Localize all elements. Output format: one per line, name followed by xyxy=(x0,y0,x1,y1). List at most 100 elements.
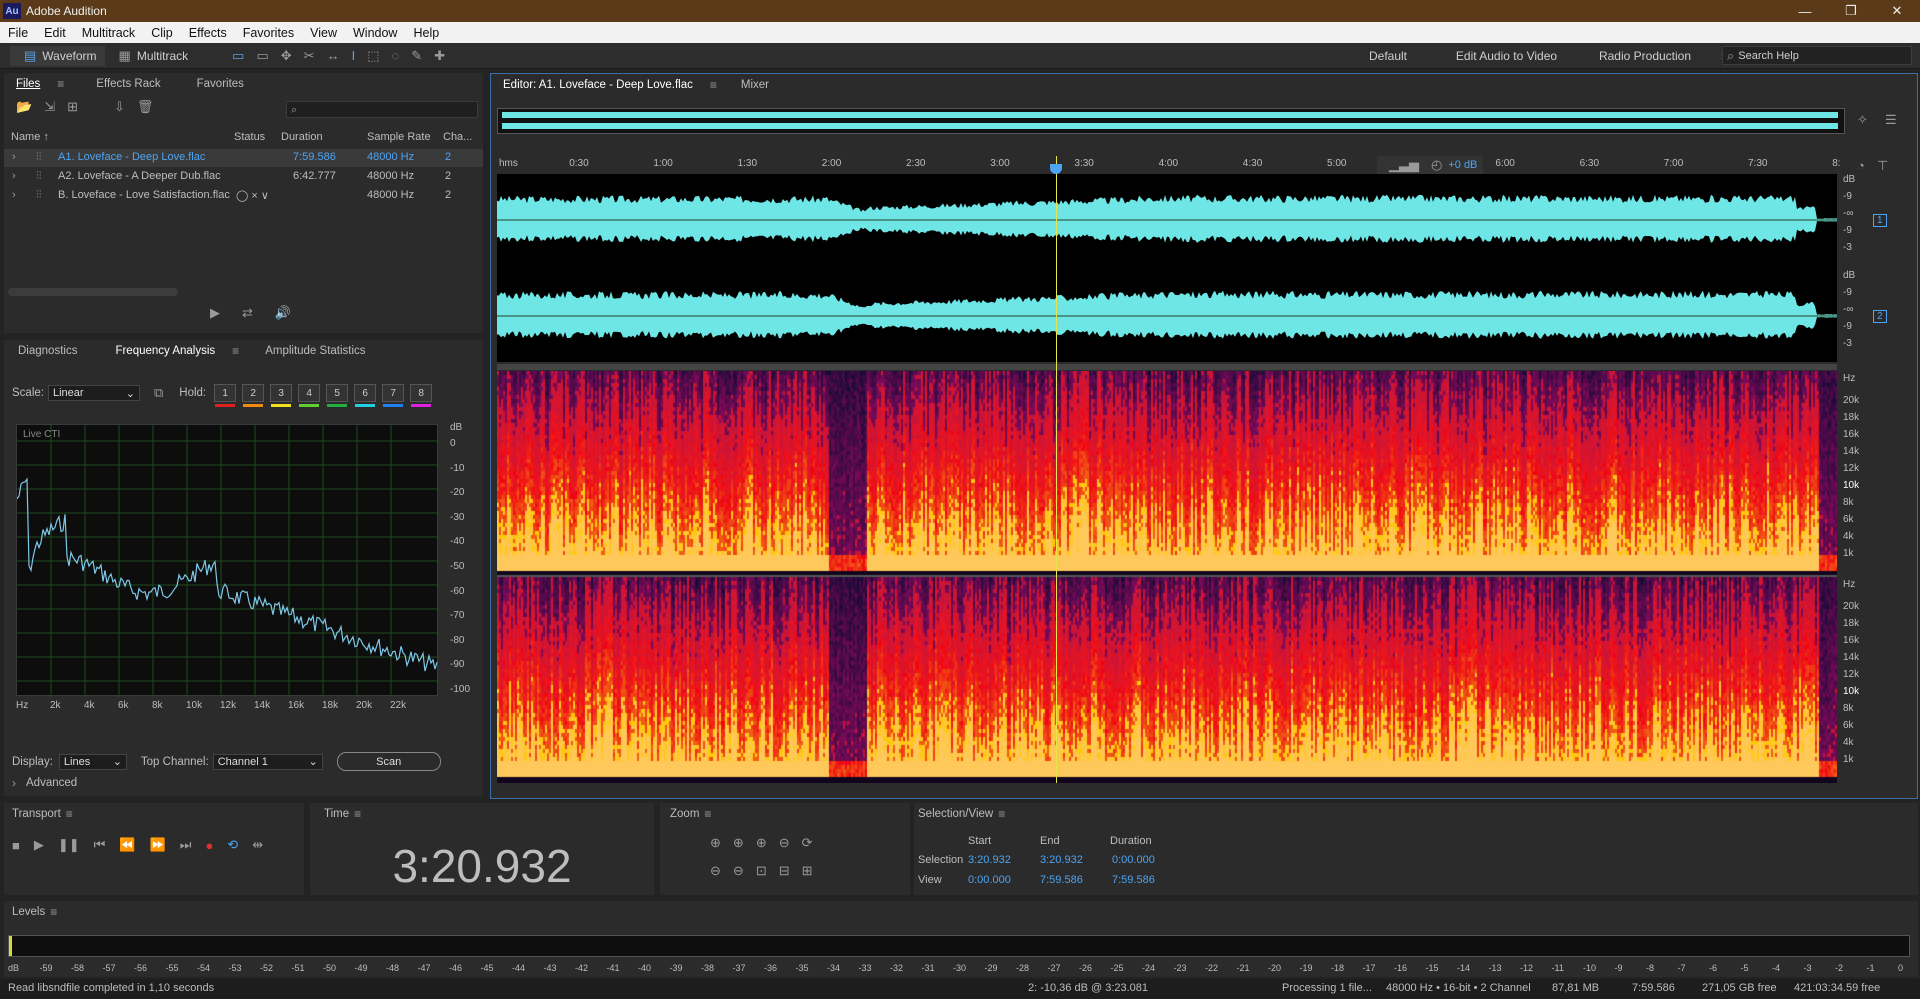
menu-help[interactable]: Help xyxy=(405,26,447,40)
spot-healing-icon[interactable]: ✚ xyxy=(434,48,445,64)
hold-button-1[interactable]: 1 xyxy=(214,384,237,407)
menu-edit[interactable]: Edit xyxy=(36,26,74,40)
pin-icon[interactable]: ⊤ xyxy=(1877,158,1888,174)
top-channel-dropdown[interactable]: Channel 1 ⌄ xyxy=(212,753,323,770)
view-end[interactable]: 7:59.586 xyxy=(1040,874,1083,886)
rewind-icon[interactable]: ⏪ xyxy=(119,837,135,853)
hud-gain[interactable]: +0 dB xyxy=(1448,159,1477,171)
move-tool-icon[interactable]: ✥ xyxy=(281,48,292,64)
zoom-out-full-icon[interactable]: ⊟ xyxy=(779,863,790,879)
preview-loop-icon[interactable]: ⇄ xyxy=(242,305,253,321)
play-icon[interactable]: ▶ xyxy=(34,837,44,853)
hold-button-2[interactable]: 2 xyxy=(242,384,265,407)
panel-menu-icon[interactable]: ≡ xyxy=(57,77,64,91)
col-sample-rate[interactable]: Sample Rate xyxy=(367,131,431,143)
horizontal-scrollbar[interactable] xyxy=(8,288,178,296)
pitch-display-icon[interactable]: ▭ xyxy=(256,48,268,64)
multitrack-view-button[interactable]: ▦ Multitrack xyxy=(105,46,197,66)
col-status[interactable]: Status xyxy=(234,131,265,143)
tab-editor[interactable]: Editor: A1. Loveface - Deep Love.flac xyxy=(491,79,705,91)
razor-tool-icon[interactable]: ✂ xyxy=(304,48,315,64)
scan-button[interactable]: Scan xyxy=(336,752,441,771)
brush-tool-icon[interactable]: ✎ xyxy=(411,48,422,64)
tab-effects-rack[interactable]: Effects Rack xyxy=(84,78,172,90)
skip-selection-icon[interactable]: ⇹ xyxy=(252,837,263,853)
waveform-view-button[interactable]: ▤ Waveform xyxy=(10,45,105,66)
panel-menu-icon[interactable]: ≡ xyxy=(232,344,239,358)
preview-play-icon[interactable]: ▶ xyxy=(210,305,220,321)
fast-forward-icon[interactable]: ⏩ xyxy=(150,837,166,853)
chevron-right-icon[interactable]: › xyxy=(12,776,16,790)
import-icon[interactable]: ⇲ xyxy=(44,99,55,115)
delete-icon[interactable]: 🗑 xyxy=(137,99,154,115)
chevron-right-icon[interactable]: › xyxy=(12,151,16,163)
tab-favorites[interactable]: Favorites xyxy=(185,78,256,90)
search-help-field[interactable]: ⌕ Search Help xyxy=(1722,46,1912,65)
split-divider[interactable] xyxy=(497,364,1837,370)
panel-menu-icon[interactable]: ≡ xyxy=(710,78,717,92)
loop-icon[interactable]: ⟲ xyxy=(227,837,238,853)
slip-tool-icon[interactable]: ↔ xyxy=(327,48,340,64)
scale-dropdown[interactable]: Linear ⌄ xyxy=(47,385,140,401)
zoom-reset-icon[interactable]: ⟳ xyxy=(802,835,813,851)
hold-button-3[interactable]: 3 xyxy=(270,384,293,407)
channel-badge[interactable]: 1 xyxy=(1873,214,1887,227)
spectral-display[interactable] xyxy=(497,371,1837,783)
selection-start[interactable]: 3:20.932 xyxy=(968,854,1011,866)
capture-icon[interactable]: ⧉ xyxy=(154,385,163,401)
go-start-icon[interactable]: ⏮ xyxy=(94,837,106,853)
tab-mixer[interactable]: Mixer xyxy=(729,79,781,91)
table-row[interactable]: › ⫶⫶ B. Loveface - Love Satisfaction.flac ◯… xyxy=(4,187,483,205)
insert-icon[interactable]: ⇩ xyxy=(114,99,125,115)
workspace-radio-production[interactable]: Radio Production xyxy=(1577,46,1713,66)
stop-icon[interactable]: ■ xyxy=(12,838,20,853)
lasso-tool-icon[interactable]: ◌ xyxy=(392,48,400,64)
playhead[interactable] xyxy=(1056,156,1057,783)
panel-menu-icon[interactable]: ≡ xyxy=(50,905,57,919)
toggle-view-icon[interactable]: ☰ xyxy=(1885,112,1897,128)
chevron-right-icon[interactable]: › xyxy=(12,189,16,201)
menu-window[interactable]: Window xyxy=(345,26,405,40)
hold-button-4[interactable]: 4 xyxy=(298,384,321,407)
view-duration[interactable]: 7:59.586 xyxy=(1112,874,1155,886)
display-dropdown[interactable]: Lines ⌄ xyxy=(58,753,127,770)
zoom-in-amplitude-icon[interactable]: ⊕ xyxy=(710,835,721,851)
files-search-input[interactable]: ⌕ xyxy=(286,101,478,118)
tab-amplitude-statistics[interactable]: Amplitude Statistics xyxy=(253,345,377,357)
menu-effects[interactable]: Effects xyxy=(181,26,235,40)
zoom-in-time-icon[interactable]: ⊕ xyxy=(733,835,744,851)
marquee-tool-icon[interactable]: ⬚ xyxy=(367,48,379,64)
table-row[interactable]: › ⫶⫶ A2. Loveface - A Deeper Dub.flac 6:42.… xyxy=(4,168,483,186)
tab-diagnostics[interactable]: Diagnostics xyxy=(6,345,89,357)
menu-view[interactable]: View xyxy=(302,26,345,40)
zoom-out-amplitude-icon[interactable]: ⊖ xyxy=(710,863,721,879)
hold-button-8[interactable]: 8 xyxy=(410,384,433,407)
col-name[interactable]: Name ↑ xyxy=(11,131,49,143)
workspace-default[interactable]: Default xyxy=(1340,46,1436,66)
autoplay-icon[interactable]: 🔊 xyxy=(275,305,291,321)
tab-files[interactable]: Files xyxy=(4,78,52,90)
hold-button-6[interactable]: 6 xyxy=(354,384,377,407)
pause-icon[interactable]: ❚❚ xyxy=(58,837,80,853)
zoom-selection-icon[interactable]: ⊡ xyxy=(756,863,767,879)
zoom-to-selection-icon[interactable]: ⊞ xyxy=(802,863,813,879)
hold-button-7[interactable]: 7 xyxy=(382,384,405,407)
table-row[interactable]: › ⫶⫶ A1. Loveface - Deep Love.flac 7:59.586… xyxy=(4,149,483,167)
menu-file[interactable]: File xyxy=(0,26,36,40)
time-display[interactable]: 3:20.932 xyxy=(310,839,654,893)
menu-multitrack[interactable]: Multitrack xyxy=(74,26,143,40)
zoom-out-time-icon[interactable]: ⊖ xyxy=(733,863,744,879)
advanced-toggle[interactable]: Advanced xyxy=(26,777,77,789)
spectral-display-icon[interactable]: ▭ xyxy=(232,48,244,64)
minimize-icon[interactable]: — xyxy=(1782,0,1828,22)
menu-clip[interactable]: Clip xyxy=(143,26,181,40)
overview-bar[interactable] xyxy=(497,108,1845,134)
hold-button-5[interactable]: 5 xyxy=(326,384,349,407)
new-file-icon[interactable]: ⊞ xyxy=(67,99,78,115)
waveform-display[interactable] xyxy=(497,174,1837,362)
zoom-in-point-icon[interactable]: ⊕ xyxy=(756,835,767,851)
view-start[interactable]: 0:00.000 xyxy=(968,874,1011,886)
channel-badge[interactable]: 2 xyxy=(1873,310,1887,323)
restore-icon[interactable]: ❐ xyxy=(1828,0,1874,22)
tab-frequency-analysis[interactable]: Frequency Analysis xyxy=(103,345,227,357)
